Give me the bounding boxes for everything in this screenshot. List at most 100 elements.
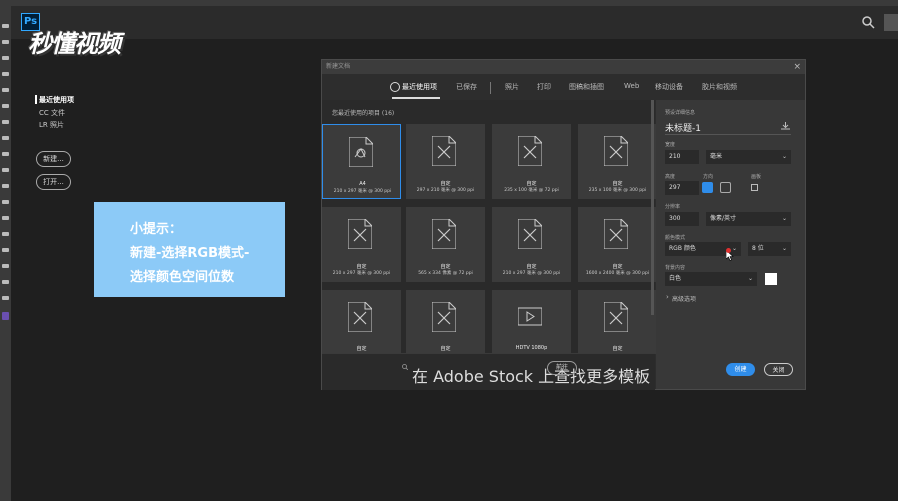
template-card[interactable]: 自定 1600 x 2400 毫米 @ 300 ppi [578,207,657,282]
close-button[interactable]: 关闭 [764,363,793,376]
tip-line-1: 新建-选择RGB模式- [130,246,250,261]
artboard-checkbox[interactable] [751,184,758,191]
template-card[interactable]: 自定 [322,290,401,354]
width-label: 宽度 [665,142,676,148]
template-name: A4 [359,181,366,187]
chevron-down-icon: ⌄ [781,245,787,252]
width-unit-select[interactable]: 毫米 ⌄ [706,150,791,164]
tools-panel[interactable] [0,6,11,501]
open-button[interactable]: 打开... [36,174,71,190]
eraser-tool-icon[interactable] [2,168,9,172]
close-icon[interactable]: × [793,60,801,74]
landscape-orientation-icon[interactable] [720,182,731,193]
template-card[interactable]: 自定 [406,290,485,354]
heal-tool-icon[interactable] [2,104,9,108]
template-card[interactable]: A4 210 x 297 毫米 @ 300 ppi [322,124,401,199]
template-card[interactable]: 自定 210 x 297 毫米 @ 300 ppi [322,207,401,282]
workspace-switcher[interactable] [884,14,898,31]
tab-recent[interactable]: 最近使用项 [402,82,437,92]
template-card[interactable]: 自定 [578,290,657,354]
background-select[interactable]: 白色 ⌄ [665,272,757,286]
left-item-indicator [35,95,37,104]
new-document-dialog: 新建文档 × 最近使用项 已保存 照片 打印 图稿和插图 Web 移动设备 胶片… [321,59,806,390]
width-unit-value: 毫米 [710,153,723,160]
template-size: 210 x 297 毫米 @ 300 ppi [333,189,392,194]
details-header: 预设详细信息 [665,110,696,116]
tab-separator [490,82,491,94]
save-preset-icon[interactable] [781,122,790,130]
new-button[interactable]: 新建... [36,151,71,167]
move-tool-icon[interactable] [2,24,9,28]
stamp-tool-icon[interactable] [2,136,9,140]
options-bar [11,6,898,39]
template-card[interactable]: HDTV 1080p [492,290,571,354]
background-label: 背景内容 [665,265,686,271]
template-name: 自定 [440,346,451,352]
left-item-lr-photos[interactable]: LR 照片 [39,120,64,130]
artboard-label: 画板 [751,174,762,180]
custom-doc-icon [518,219,542,249]
custom-doc-icon [432,136,456,166]
height-input[interactable]: 297 [665,181,699,195]
eyedropper-tool-icon[interactable] [2,88,9,92]
video-doc-icon [518,307,542,326]
recent-header: 您最近使用的项目 (16) [332,110,395,117]
template-card[interactable]: 自定 235 x 100 毫米 @ 72 ppi [492,124,571,199]
template-name: 自定 [612,181,623,187]
pen-tool-icon[interactable] [2,216,9,220]
blur-tool-icon[interactable] [2,200,9,204]
tab-photo[interactable]: 照片 [505,82,519,92]
left-item-cc-files[interactable]: CC 文件 [39,108,65,118]
background-color-swatch[interactable] [765,273,777,285]
resolution-unit-select[interactable]: 像素/英寸 ⌄ [706,212,791,226]
custom-doc-icon [518,136,542,166]
stock-search-input[interactable]: 在 Adobe Stock 上查找更多模板 [412,363,650,387]
background-value: 白色 [669,275,682,282]
zoom-tool-icon[interactable] [2,296,9,300]
portrait-orientation-icon[interactable] [702,182,713,193]
tab-mobile[interactable]: 移动设备 [655,82,683,92]
bit-depth-select[interactable]: 8 位 ⌄ [748,242,791,256]
tab-saved[interactable]: 已保存 [456,82,477,92]
chevron-right-icon[interactable]: › [666,293,669,301]
template-name: 自定 [612,264,623,270]
template-card[interactable]: 自定 235 x 100 毫米 @ 300 ppi [578,124,657,199]
document-name-input[interactable]: 未标题-1 [665,121,701,134]
dialog-title: 新建文档 [326,63,351,70]
name-underline [665,134,791,135]
lasso-tool-icon[interactable] [2,56,9,60]
height-label: 高度 [665,174,676,180]
tab-print[interactable]: 打印 [537,82,551,92]
template-card[interactable]: 自定 565 x 334 像素 @ 72 ppi [406,207,485,282]
go-button[interactable]: 前往 [547,361,577,375]
custom-doc-icon [348,219,372,249]
shape-tool-icon[interactable] [2,264,9,268]
color-mode-value: RGB 颜色 [669,245,696,252]
custom-doc-icon [604,219,628,249]
marquee-tool-icon[interactable] [2,40,9,44]
type-tool-icon[interactable] [2,232,9,236]
create-button[interactable]: 创建 [726,363,755,376]
template-card[interactable]: 自定 210 x 297 毫米 @ 300 ppi [492,207,571,282]
templates-scrollbar[interactable] [651,100,654,315]
resolution-unit-value: 像素/英寸 [710,215,737,222]
search-icon[interactable] [861,15,875,29]
brush-tool-icon[interactable] [2,120,9,124]
left-item-recent[interactable]: 最近使用项 [39,95,74,105]
advanced-options-toggle[interactable]: 高级选项 [672,294,696,303]
template-name: HDTV 1080p [515,345,548,351]
template-card[interactable]: 自定 297 x 210 毫米 @ 300 ppi [406,124,485,199]
hand-tool-icon[interactable] [2,280,9,284]
width-input[interactable]: 210 [665,150,699,164]
tab-web[interactable]: Web [624,82,639,90]
crop-tool-icon[interactable] [2,72,9,76]
resolution-input[interactable]: 300 [665,212,699,226]
path-select-icon[interactable] [2,248,9,252]
tab-art-illustration[interactable]: 图稿和插图 [569,82,604,92]
gradient-tool-icon[interactable] [2,184,9,188]
color-swatch-icon[interactable] [2,312,9,320]
template-name: 自定 [440,264,451,270]
history-brush-icon[interactable] [2,152,9,156]
tab-film-video[interactable]: 胶片和视频 [702,82,737,92]
watermark-logo: 秒懂视频 [28,30,121,58]
